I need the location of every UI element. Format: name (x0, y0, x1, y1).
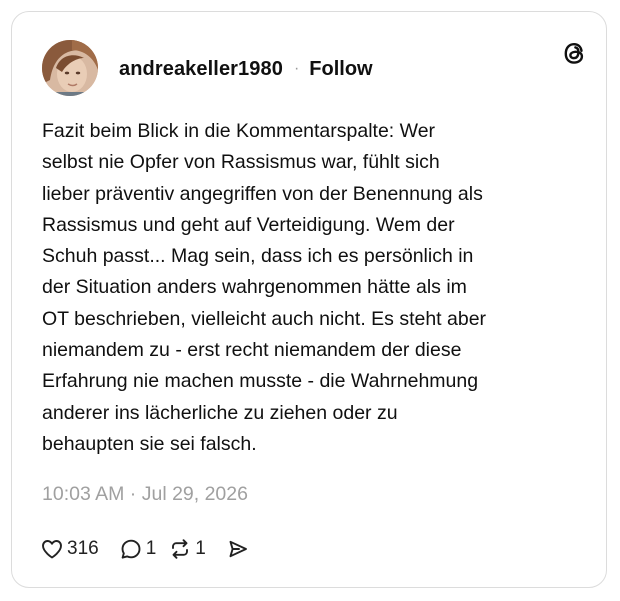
avatar-image (42, 40, 98, 96)
heart-icon (42, 540, 62, 559)
repost-button[interactable]: 1 (168, 537, 206, 561)
repost-icon (172, 539, 189, 559)
like-count: 316 (67, 538, 99, 559)
separator-dot: · (293, 60, 300, 77)
action-bar: 316 1 1 (40, 535, 250, 563)
follow-button[interactable]: Follow (309, 58, 372, 81)
send-icon (229, 540, 247, 558)
username-link[interactable]: andreakeller1980 (119, 58, 283, 81)
post-body: Fazit beim Blick in die Kommentarspalte:… (42, 120, 487, 455)
share-button[interactable] (226, 537, 250, 561)
repost-count: 1 (195, 538, 206, 559)
reply-button[interactable]: 1 (119, 537, 157, 561)
post-timestamp[interactable]: 10:03 AM · Jul 29, 2026 (42, 483, 248, 506)
post-header: andreakeller1980 · Follow (119, 56, 373, 82)
avatar[interactable] (42, 40, 98, 96)
threads-logo-icon[interactable] (559, 38, 589, 68)
like-button[interactable]: 316 (40, 537, 99, 561)
comment-bubble-icon (121, 539, 141, 559)
post-card: andreakeller1980 · Follow Fazit beim Bli… (11, 11, 607, 588)
reply-count: 1 (145, 538, 157, 559)
